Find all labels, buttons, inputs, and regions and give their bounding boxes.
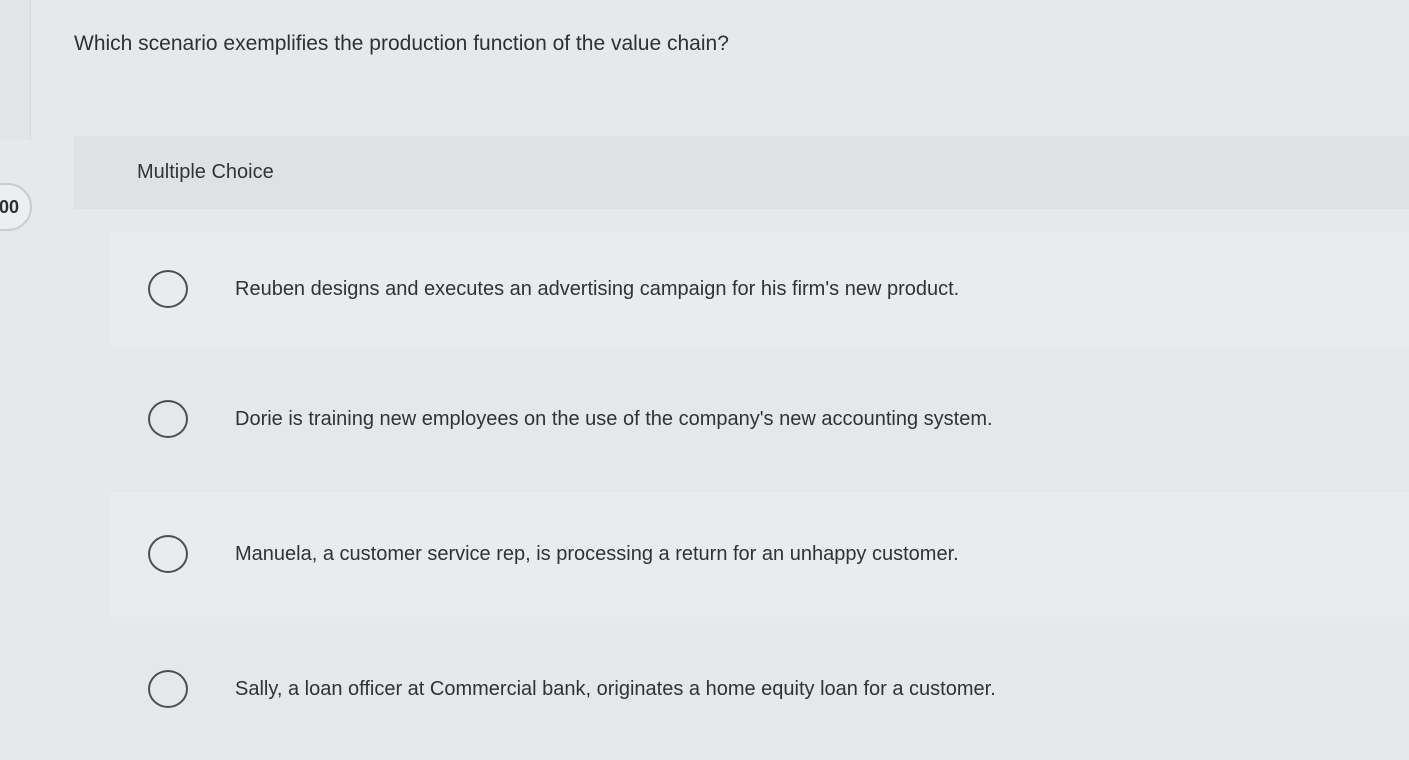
answer-option-label: Reuben designs and executes an advertisi… [235, 277, 960, 300]
answer-option-label: Dorie is training new employees on the u… [235, 407, 993, 430]
radio-button[interactable] [148, 400, 188, 438]
question-type-header: Multiple Choice [74, 136, 1409, 209]
radio-button[interactable] [148, 535, 188, 573]
points-badge: 00 [0, 183, 32, 231]
answer-option[interactable]: Manuela, a customer service rep, is proc… [110, 490, 1409, 617]
answer-option-label: Manuela, a customer service rep, is proc… [235, 542, 959, 565]
answer-option[interactable]: Dorie is training new employees on the u… [110, 355, 1409, 482]
question-type-label: Multiple Choice [137, 161, 274, 183]
answer-options-list: Reuben designs and executes an advertisi… [110, 230, 1409, 760]
answer-option[interactable]: Reuben designs and executes an advertisi… [110, 230, 1409, 347]
question-prompt: Which scenario exemplifies the productio… [74, 32, 729, 55]
radio-button[interactable] [148, 670, 188, 708]
left-gutter-panel [0, 0, 31, 140]
radio-button[interactable] [148, 270, 188, 308]
answer-option-label: Sally, a loan officer at Commercial bank… [235, 677, 996, 700]
points-badge-text: 00 [0, 196, 19, 217]
answer-option[interactable]: Sally, a loan officer at Commercial bank… [110, 625, 1409, 752]
